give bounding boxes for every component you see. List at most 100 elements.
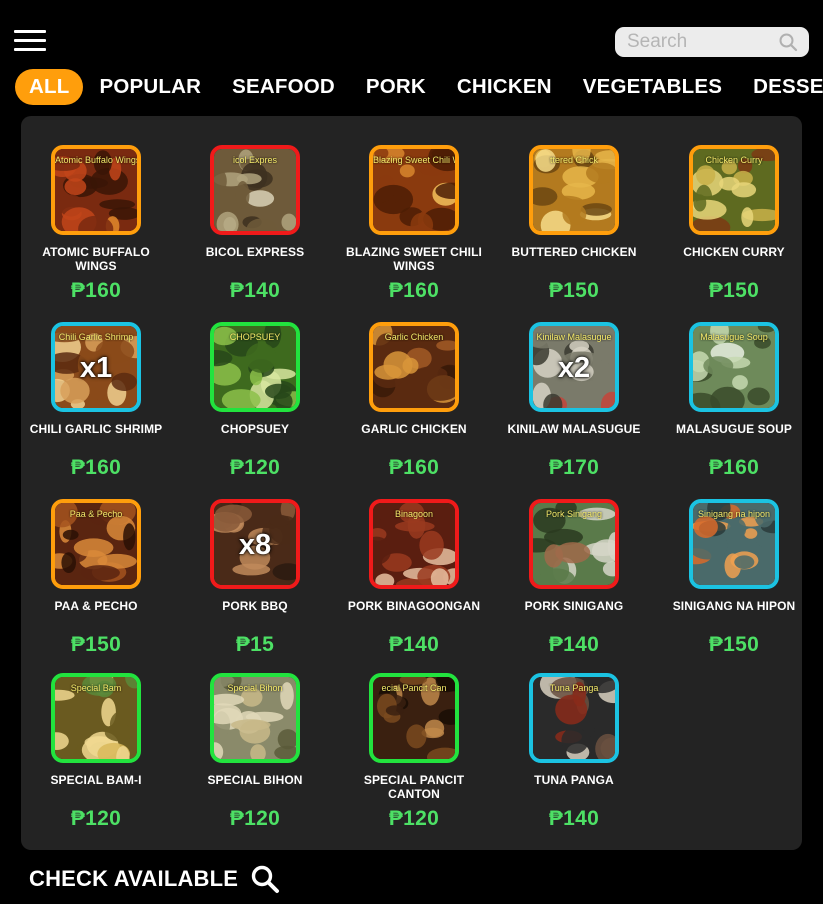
item-name: SPECIAL BIHON	[207, 773, 303, 787]
tab-popular[interactable]: POPULAR	[99, 69, 201, 105]
food-photo: ttered Chick	[529, 145, 619, 235]
photo-caption: Tuna Panga	[549, 683, 599, 693]
menu-grid: Atomic Buffalo Wings ATOMIC BUFFALO WINGS…	[21, 116, 802, 850]
menu-item[interactable]: CHOPSUEY CHOPSUEY ₱120	[179, 322, 331, 480]
food-photo: Tuna Panga	[529, 673, 619, 763]
item-name: GARLIC CHICKEN	[361, 422, 467, 436]
food-photo: icol Expres	[210, 145, 300, 235]
tab-vegetables[interactable]: VEGETABLES	[583, 69, 722, 105]
item-price: ₱120	[229, 807, 281, 830]
search-icon[interactable]	[778, 32, 798, 52]
menu-item[interactable]: ttered Chick BUTTERED CHICKEN ₱150	[498, 145, 650, 303]
item-name: SPECIAL PANCIT CANTON	[363, 773, 465, 801]
item-name: SPECIAL BAM-I	[50, 773, 142, 787]
tab-seafood[interactable]: SEAFOOD	[232, 69, 335, 105]
item-name: KINILAW MALASUGUE	[507, 422, 641, 436]
item-name: CHICKEN CURRY	[683, 245, 785, 259]
item-price: ₱150	[548, 279, 600, 302]
item-name: CHILI GARLIC SHRIMP	[29, 422, 163, 436]
menu-item[interactable]: Paa & Pecho PAA & PECHO ₱150	[20, 499, 172, 657]
item-price: ₱150	[708, 633, 760, 656]
food-photo: ecial Pancit Can	[369, 673, 459, 763]
item-name: PAA & PECHO	[54, 599, 138, 613]
photo-caption: Blazing Sweet Chili Wings	[373, 155, 455, 165]
item-price: ₱160	[70, 279, 122, 302]
menu-item[interactable]: Chili Garlic Shrimp x1 CHILI GARLIC SHRIMP…	[20, 322, 172, 480]
menu-item[interactable]: Sinigang na hipon SINIGANG NA HIPON ₱150	[658, 499, 810, 657]
food-photo: Paa & Pecho	[51, 499, 141, 589]
search-box[interactable]	[615, 27, 809, 57]
item-price: ₱140	[548, 807, 600, 830]
menu-item[interactable]: Pork Sinigang PORK SINIGANG ₱140	[498, 499, 650, 657]
menu-item[interactable]: ecial Pancit Can SPECIAL PANCIT CANTON ₱12…	[338, 673, 490, 831]
photo-caption: Atomic Buffalo Wings	[55, 155, 137, 165]
item-name: BLAZING SWEET CHILI WINGS	[346, 245, 482, 273]
food-photo: Garlic Chicken	[369, 322, 459, 412]
menu-item[interactable]: Kinilaw Malasugue x2 KINILAW MALASUGUE ₱170	[498, 322, 650, 480]
menu-item[interactable]: Chicken Curry CHICKEN CURRY ₱150	[658, 145, 810, 303]
tab-dessert[interactable]: DESSERT	[753, 69, 823, 105]
item-name: BICOL EXPRESS	[205, 245, 305, 259]
photo-caption: Sinigang na hipon	[697, 509, 771, 519]
category-tabs: ALL POPULAR SEAFOOD PORK CHICKEN VEGETABLES DE…	[15, 69, 823, 105]
food-photo: Chili Garlic Shrimp x1	[51, 322, 141, 412]
menu-item[interactable]: Malasugue Soup MALASUGUE SOUP ₱160	[658, 322, 810, 480]
photo-caption: Pork Sinigang	[545, 509, 603, 519]
item-name: MALASUGUE SOUP	[675, 422, 793, 436]
food-photo: Sinigang na hipon	[689, 499, 779, 589]
tab-pork[interactable]: PORK	[366, 69, 426, 105]
photo-caption: Special Bam	[70, 683, 122, 693]
photo-caption: Garlic Chicken	[384, 332, 444, 342]
food-photo: Atomic Buffalo Wings	[51, 145, 141, 235]
quantity-badge: x1	[79, 352, 113, 384]
food-photo: Special Bihon	[210, 673, 300, 763]
menu-item[interactable]: Atomic Buffalo Wings ATOMIC BUFFALO WINGS…	[20, 145, 172, 303]
item-name: SINIGANG NA HIPON	[672, 599, 796, 613]
menu-item[interactable]: Binagoon PORK BINAGOONGAN ₱140	[338, 499, 490, 657]
photo-caption: Chicken Curry	[705, 155, 763, 165]
item-price: ₱170	[548, 456, 600, 479]
menu-item[interactable]: x8 PORK BBQ ₱15	[179, 499, 331, 657]
menu-item[interactable]: Special Bihon SPECIAL BIHON ₱120	[179, 673, 331, 831]
food-photo: Pork Sinigang	[529, 499, 619, 589]
item-name: PORK SINIGANG	[524, 599, 624, 613]
food-photo: CHOPSUEY	[210, 322, 300, 412]
item-name: TUNA PANGA	[534, 773, 614, 787]
item-name: PORK BBQ	[222, 599, 288, 613]
food-photo: Chicken Curry	[689, 145, 779, 235]
photo-caption: Special Bihon	[227, 683, 283, 693]
item-price: ₱120	[388, 807, 440, 830]
check-available-label: CHECK AVAILABLE	[29, 866, 239, 891]
food-photo: Malasugue Soup	[689, 322, 779, 412]
photo-caption: Malasugue Soup	[700, 332, 768, 342]
tab-chicken[interactable]: CHICKEN	[457, 69, 552, 105]
item-name: ATOMIC BUFFALO WINGS	[42, 245, 150, 273]
item-price: ₱150	[70, 633, 122, 656]
food-photo: Binagoon	[369, 499, 459, 589]
item-price: ₱160	[70, 456, 122, 479]
item-price: ₱120	[229, 456, 281, 479]
tab-all[interactable]: ALL	[15, 69, 84, 105]
search-input[interactable]	[627, 29, 767, 55]
menu-item[interactable]: Garlic Chicken GARLIC CHICKEN ₱160	[338, 322, 490, 480]
food-photo: x8	[210, 499, 300, 589]
menu-icon[interactable]	[14, 30, 46, 52]
menu-item[interactable]: icol Expres BICOL EXPRESS ₱140	[179, 145, 331, 303]
item-name: BUTTERED CHICKEN	[511, 245, 637, 259]
photo-caption: icol Expres	[232, 155, 277, 165]
menu-item[interactable]: Special Bam SPECIAL BAM-I ₱120	[20, 673, 172, 831]
search-icon	[251, 865, 280, 893]
food-photo: Special Bam	[51, 673, 141, 763]
item-price: ₱15	[235, 633, 275, 656]
check-available-button[interactable]: CHECK AVAILABLE	[29, 862, 280, 896]
item-price: ₱120	[70, 807, 122, 830]
item-price: ₱140	[388, 633, 440, 656]
food-photo: Kinilaw Malasugue x2	[529, 322, 619, 412]
photo-caption: Kinilaw Malasugue	[536, 332, 612, 342]
item-price: ₱160	[708, 456, 760, 479]
food-photo: Blazing Sweet Chili Wings	[369, 145, 459, 235]
item-name: CHOPSUEY	[220, 422, 290, 436]
photo-caption: ttered Chick	[549, 155, 599, 165]
menu-item[interactable]: Tuna Panga TUNA PANGA ₱140	[498, 673, 650, 831]
menu-item[interactable]: Blazing Sweet Chili Wings BLAZING SWEET C…	[338, 145, 490, 303]
